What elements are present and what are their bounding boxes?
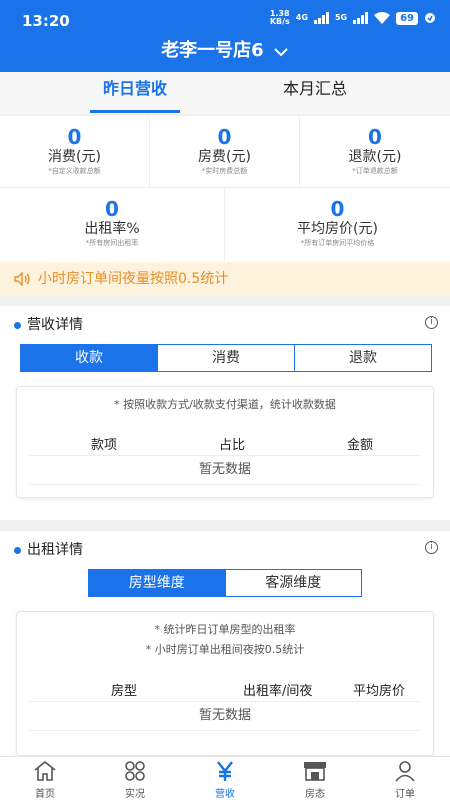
info-icon[interactable]: i [425,541,438,554]
nav-live[interactable]: 实况 [90,757,180,800]
user-icon [395,761,415,782]
notice-bar: 小时房订单间夜量按照0.5统计 [0,262,450,296]
wifi-icon [374,12,391,24]
notice-text: 小时房订单间夜量按照0.5统计 [38,271,229,287]
grid-icon [125,761,145,781]
nav-revenue[interactable]: 营收 [180,757,270,800]
rental-card: * 统计昨日订单房型的出租率 * 小时房订单出租间夜按0.5统计 房型 出租率/… [16,611,434,756]
rental-title: 出租详情 [14,539,83,559]
nav-room-status[interactable]: 房态 [270,757,360,800]
revenue-card: * 按照收款方式/收款支付渠道，统计收款数据 款项 占比 金额 暂无数据 [16,386,434,498]
tab-indicator [90,110,180,113]
tab-collection[interactable]: 收款 [21,345,158,371]
tab-refund[interactable]: 退款 [295,345,431,371]
period-tabs: 昨日营收 本月汇总 [0,72,450,114]
nav-home[interactable]: 首页 [0,757,90,800]
store-icon [304,762,326,781]
store-selector[interactable]: 老李一号店6 [0,36,450,72]
bullet-dot [14,321,21,329]
stat-refund: 0 退款(元) *订单退款总额 [300,116,450,188]
status-icons: 1.38 KB/s 4G 5G 69 [270,10,436,26]
rental-note-2: * 小时房订单出租间夜按0.5统计 [145,643,305,656]
tab-month[interactable]: 本月汇总 [270,72,360,114]
yen-icon [217,761,233,781]
bullet-dot [14,546,21,554]
tab-consume[interactable]: 消费 [158,345,295,371]
stat-occupancy: 0 出租率% *所有房间出租率 [0,188,225,262]
revenue-note: * 按照收款方式/收款支付渠道，统计收款数据 [114,398,336,411]
stat-avg-price: 0 平均房价(元) *所有订单房间平均价格 [297,197,378,247]
stat-room-fee: 0 房费(元) *实时房费总额 [150,116,300,188]
tab-source[interactable]: 客源维度 [226,570,362,596]
stats-grid: 0 消费(元) *自定义收款总额 0 房费(元) *实时房费总额 0 退款(元)… [0,116,450,262]
tab-yesterday[interactable]: 昨日营收 [90,72,180,114]
stat-consume: 0 消费(元) *自定义收款总额 [0,116,150,188]
store-title: 老李一号店6 [161,40,264,61]
speaker-icon [14,272,30,286]
tab-room-type[interactable]: 房型维度 [89,570,226,596]
rental-table-header: 房型 出租率/间夜 平均房价 [29,674,421,702]
revenue-tabs: 收款 消费 退款 [20,344,432,372]
chevron-down-icon [274,47,288,56]
home-icon [34,760,56,781]
revenue-title: 营收详情 [14,314,83,334]
net-speed: 1.38 KB/s [269,9,290,26]
revenue-table-header: 款项 占比 金额 [29,428,421,456]
revenue-empty: 暂无数据 [29,457,421,485]
rental-panel: 出租详情 i 房型维度 客源维度 * 统计昨日订单房型的出租率 * 小时房订单出… [0,531,450,756]
status-bar: 13:20 1.38 KB/s 4G 5G 69 [0,0,450,36]
bottom-nav: 首页 实况 营收 房态 订单 [0,756,450,800]
sync-icon [425,13,435,23]
battery-icon: 69 [396,11,418,25]
rental-empty: 暂无数据 [29,703,421,731]
revenue-panel: 营收详情 i 收款 消费 退款 * 按照收款方式/收款支付渠道，统计收款数据 款… [0,306,450,520]
net-type-label: 4G [295,13,308,22]
nav-orders[interactable]: 订单 [360,757,450,800]
info-icon[interactable]: i [425,316,438,329]
signal2-icon [353,12,369,24]
status-time: 13:20 [22,12,70,30]
rental-tabs: 房型维度 客源维度 [88,569,362,597]
signal-icon [313,12,329,24]
net-type2-label: 5G [334,13,348,22]
rental-note-1: * 统计昨日订单房型的出租率 [154,623,296,636]
